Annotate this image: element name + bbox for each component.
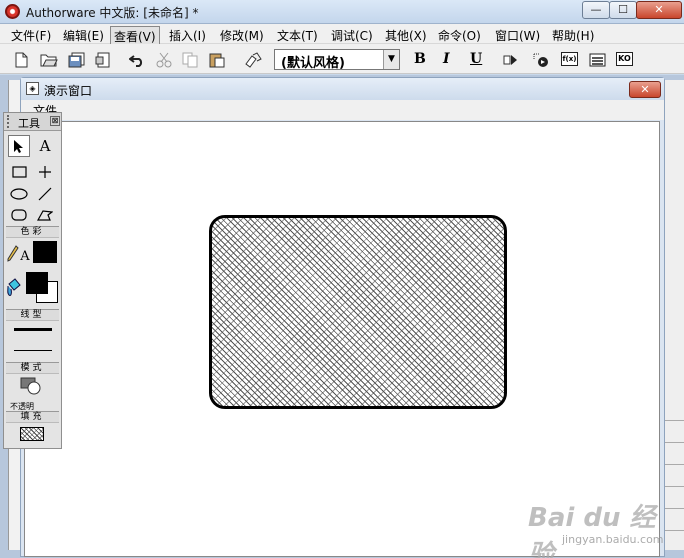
bold-button[interactable]: B bbox=[414, 51, 426, 67]
design-window-edge-right bbox=[664, 80, 684, 550]
title-bar: Authorware 中文版: [未命名] * — ☐ ✕ bbox=[0, 0, 684, 24]
grip-icon[interactable] bbox=[7, 115, 11, 128]
presentation-title: 演示窗口 bbox=[44, 84, 93, 98]
import-icon[interactable] bbox=[94, 51, 112, 68]
authorware-app-icon bbox=[5, 4, 20, 19]
ellipse-tool-icon[interactable] bbox=[8, 183, 30, 205]
underline-button[interactable]: U bbox=[470, 51, 482, 67]
palette-title: 工具 bbox=[18, 117, 40, 130]
menu-window[interactable]: 窗口(W) bbox=[492, 26, 543, 45]
baidu-watermark: Bai du 经验 jingyan.baidu.com bbox=[528, 493, 678, 558]
menu-other[interactable]: 其他(X) bbox=[382, 26, 430, 45]
restart-icon[interactable] bbox=[532, 51, 550, 68]
presentation-window: ◈ 演示窗口 ✕ 文件 bbox=[20, 77, 665, 557]
window-title: Authorware 中文版: [未命名] * bbox=[26, 6, 199, 20]
presentation-menu-bar: 文件 bbox=[21, 100, 664, 120]
tool-palette: 工具 ⊠ A 色彩 A 线型 模式 不透明 填充 bbox=[3, 112, 62, 449]
save-all-icon[interactable] bbox=[67, 51, 85, 68]
knowledge-object-icon[interactable]: KO bbox=[616, 52, 633, 66]
presentation-close-button[interactable]: ✕ bbox=[629, 81, 661, 98]
close-button[interactable]: ✕ bbox=[636, 1, 682, 19]
mode-section-label: 模式 bbox=[6, 362, 59, 374]
open-file-icon[interactable] bbox=[40, 51, 58, 68]
italic-button[interactable]: I bbox=[443, 51, 450, 67]
text-color-label: A bbox=[20, 248, 30, 264]
text-color-swatch[interactable] bbox=[33, 241, 57, 263]
menu-modify[interactable]: 修改(M) bbox=[217, 26, 267, 45]
new-file-icon[interactable] bbox=[12, 51, 30, 68]
text-style-select[interactable]: (默认风格) ▼ bbox=[274, 49, 400, 71]
diagonal-line-tool-icon[interactable] bbox=[34, 183, 56, 205]
menu-text[interactable]: 文本(T) bbox=[274, 26, 321, 45]
palette-title-bar[interactable]: 工具 ⊠ bbox=[4, 113, 61, 131]
paint-bucket-icon[interactable] bbox=[5, 277, 23, 299]
variables-window-icon[interactable] bbox=[588, 51, 606, 68]
palette-close-icon[interactable]: ⊠ bbox=[50, 116, 60, 126]
text-tool-icon[interactable]: A bbox=[34, 135, 56, 157]
watermark-logo: Bai du 经验 bbox=[528, 503, 656, 558]
color-section-label: 色彩 bbox=[6, 226, 59, 238]
menu-edit[interactable]: 编辑(E) bbox=[60, 26, 107, 45]
fill-pattern-swatch[interactable] bbox=[20, 427, 44, 441]
line-section-label: 线型 bbox=[6, 309, 59, 321]
rounded-rectangle-shape[interactable] bbox=[209, 215, 507, 409]
menu-command[interactable]: 命令(O) bbox=[435, 26, 484, 45]
foreground-color-swatch[interactable] bbox=[26, 272, 48, 294]
line-tool-icon[interactable] bbox=[34, 161, 56, 183]
opaque-mode-icon[interactable] bbox=[20, 377, 42, 395]
text-style-value: (默认风格) bbox=[281, 56, 345, 71]
menu-file[interactable]: 文件(F) bbox=[8, 26, 54, 45]
paste-icon[interactable] bbox=[208, 51, 226, 68]
maximize-button[interactable]: ☐ bbox=[609, 1, 637, 19]
find-icon[interactable] bbox=[244, 51, 262, 68]
undo-icon[interactable] bbox=[128, 51, 146, 68]
pointer-tool-icon[interactable] bbox=[8, 135, 30, 157]
cut-icon[interactable] bbox=[155, 51, 173, 68]
toolbar: (默认风格) ▼ B I U f(x) KO bbox=[0, 44, 684, 74]
function-window-icon[interactable]: f(x) bbox=[561, 52, 578, 66]
rounded-rectangle-tool-icon[interactable] bbox=[8, 204, 30, 226]
run-icon[interactable] bbox=[502, 51, 520, 68]
presentation-title-bar[interactable]: ◈ 演示窗口 ✕ bbox=[21, 78, 664, 100]
line-style-thin[interactable] bbox=[14, 350, 52, 351]
polygon-tool-icon[interactable] bbox=[34, 204, 56, 226]
fill-section-label: 填充 bbox=[6, 411, 59, 423]
rectangle-tool-icon[interactable] bbox=[8, 161, 30, 183]
menu-debug[interactable]: 调试(C) bbox=[328, 26, 376, 45]
copy-icon[interactable] bbox=[181, 51, 199, 68]
menu-help[interactable]: 帮助(H) bbox=[549, 26, 597, 45]
presentation-stage[interactable] bbox=[24, 121, 660, 557]
presentation-window-icon: ◈ bbox=[26, 82, 39, 95]
minimize-button[interactable]: — bbox=[582, 1, 610, 19]
menu-bar: 文件(F) 编辑(E) 查看(V) 插入(I) 修改(M) 文本(T) 调试(C… bbox=[0, 24, 684, 47]
watermark-url: jingyan.baidu.com bbox=[562, 533, 664, 546]
line-style-thick[interactable] bbox=[14, 328, 52, 331]
chevron-down-icon[interactable]: ▼ bbox=[383, 50, 399, 69]
menu-insert[interactable]: 插入(I) bbox=[166, 26, 209, 45]
